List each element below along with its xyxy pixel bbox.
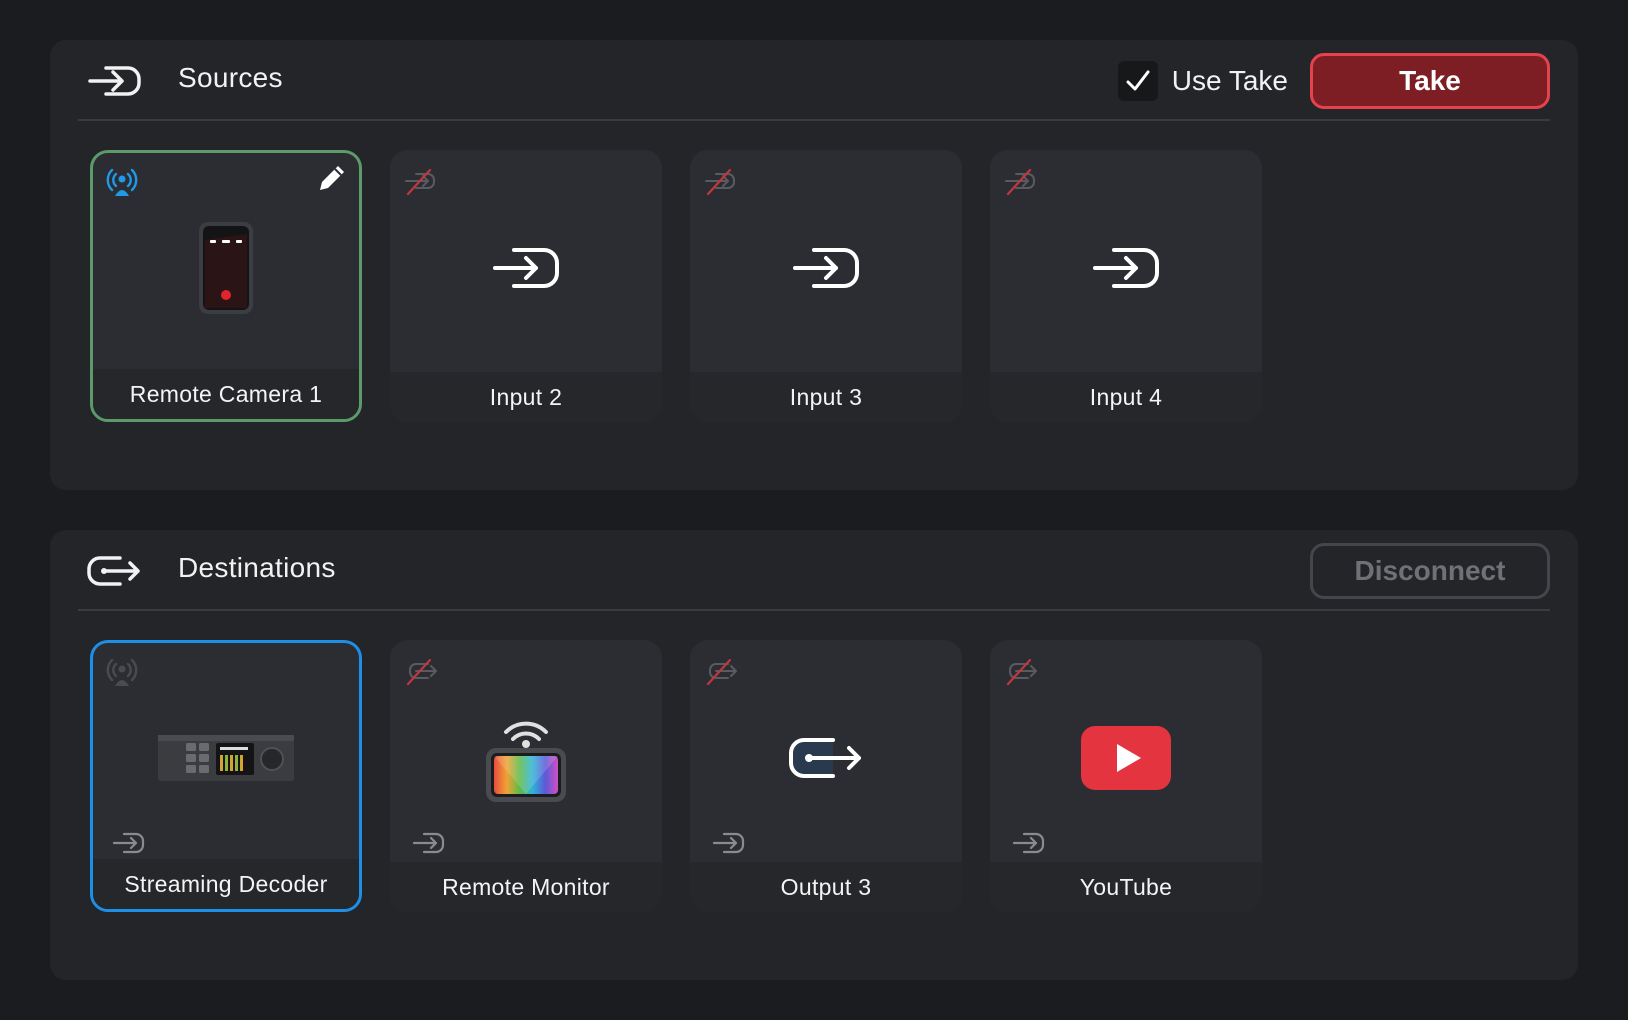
no-stream-icon <box>1005 168 1035 196</box>
tile-label: YouTube <box>1079 873 1173 900</box>
input-icon <box>793 248 859 288</box>
no-stream-icon <box>706 658 737 686</box>
no-stream-icon <box>1006 658 1037 686</box>
use-take-toggle[interactable]: Use Take <box>1117 60 1288 102</box>
broadcasting-icon <box>106 168 138 196</box>
source-tile-input-2[interactable]: Input 2 <box>390 150 662 422</box>
output-icon <box>87 556 140 586</box>
output-icon <box>789 738 861 778</box>
destination-tile-youtube[interactable]: YouTube <box>990 640 1262 912</box>
checkmark-icon <box>1126 70 1150 91</box>
source-tile-input-4[interactable]: Input 4 <box>990 150 1262 422</box>
tile-label: Input 3 <box>789 383 863 410</box>
youtube-icon <box>1081 726 1171 790</box>
sources-header: Sources Use Take Take <box>78 40 1550 121</box>
input-icon <box>493 248 559 288</box>
tile-label: Output 3 <box>780 873 872 900</box>
take-button[interactable]: Take <box>1310 53 1550 109</box>
input-route-icon <box>112 832 145 854</box>
input-icon <box>1093 248 1159 288</box>
sources-grid: Remote Camera 1 Input 2 Input 3 Input 4 <box>90 150 1262 422</box>
sources-title: Sources <box>178 62 283 93</box>
tile-label: Streaming Decoder <box>124 870 328 897</box>
tile-label: Remote Camera 1 <box>129 380 323 407</box>
tile-label: Input 2 <box>489 383 563 410</box>
disconnect-button[interactable]: Disconnect <box>1310 543 1550 599</box>
tile-label: Remote Monitor <box>442 873 610 900</box>
input-icon <box>88 66 141 96</box>
source-tile-input-3[interactable]: Input 3 <box>690 150 962 422</box>
destinations-panel: Destinations Disconnect Streaming Decode… <box>50 530 1578 980</box>
broadcasting-icon <box>106 658 138 686</box>
use-take-checkbox[interactable] <box>1117 61 1158 101</box>
tile-label: Input 4 <box>1089 383 1163 410</box>
destinations-title: Destinations <box>178 552 336 583</box>
pencil-icon[interactable] <box>314 162 348 196</box>
camera-phone-icon <box>199 222 253 314</box>
destination-tile-remote-monitor[interactable]: Remote Monitor <box>390 640 662 912</box>
input-route-icon <box>712 832 745 854</box>
remote-monitor-icon <box>486 721 566 802</box>
sources-panel: Sources Use Take Take Remote Camera 1 In… <box>50 40 1578 490</box>
input-route-icon <box>1012 832 1045 854</box>
streaming-decoder-icon <box>158 735 294 781</box>
use-take-label: Use Take <box>1171 65 1288 96</box>
source-tile-remote-camera-1[interactable]: Remote Camera 1 <box>90 150 362 422</box>
no-stream-icon <box>406 658 437 686</box>
input-route-icon <box>412 832 445 854</box>
destinations-header: Destinations Disconnect <box>78 530 1550 611</box>
destination-tile-output-3[interactable]: Output 3 <box>690 640 962 912</box>
destination-tile-streaming-decoder[interactable]: Streaming Decoder <box>90 640 362 912</box>
no-stream-icon <box>405 168 435 196</box>
no-stream-icon <box>705 168 735 196</box>
destinations-grid: Streaming Decoder Remote Monitor Output … <box>90 640 1262 912</box>
